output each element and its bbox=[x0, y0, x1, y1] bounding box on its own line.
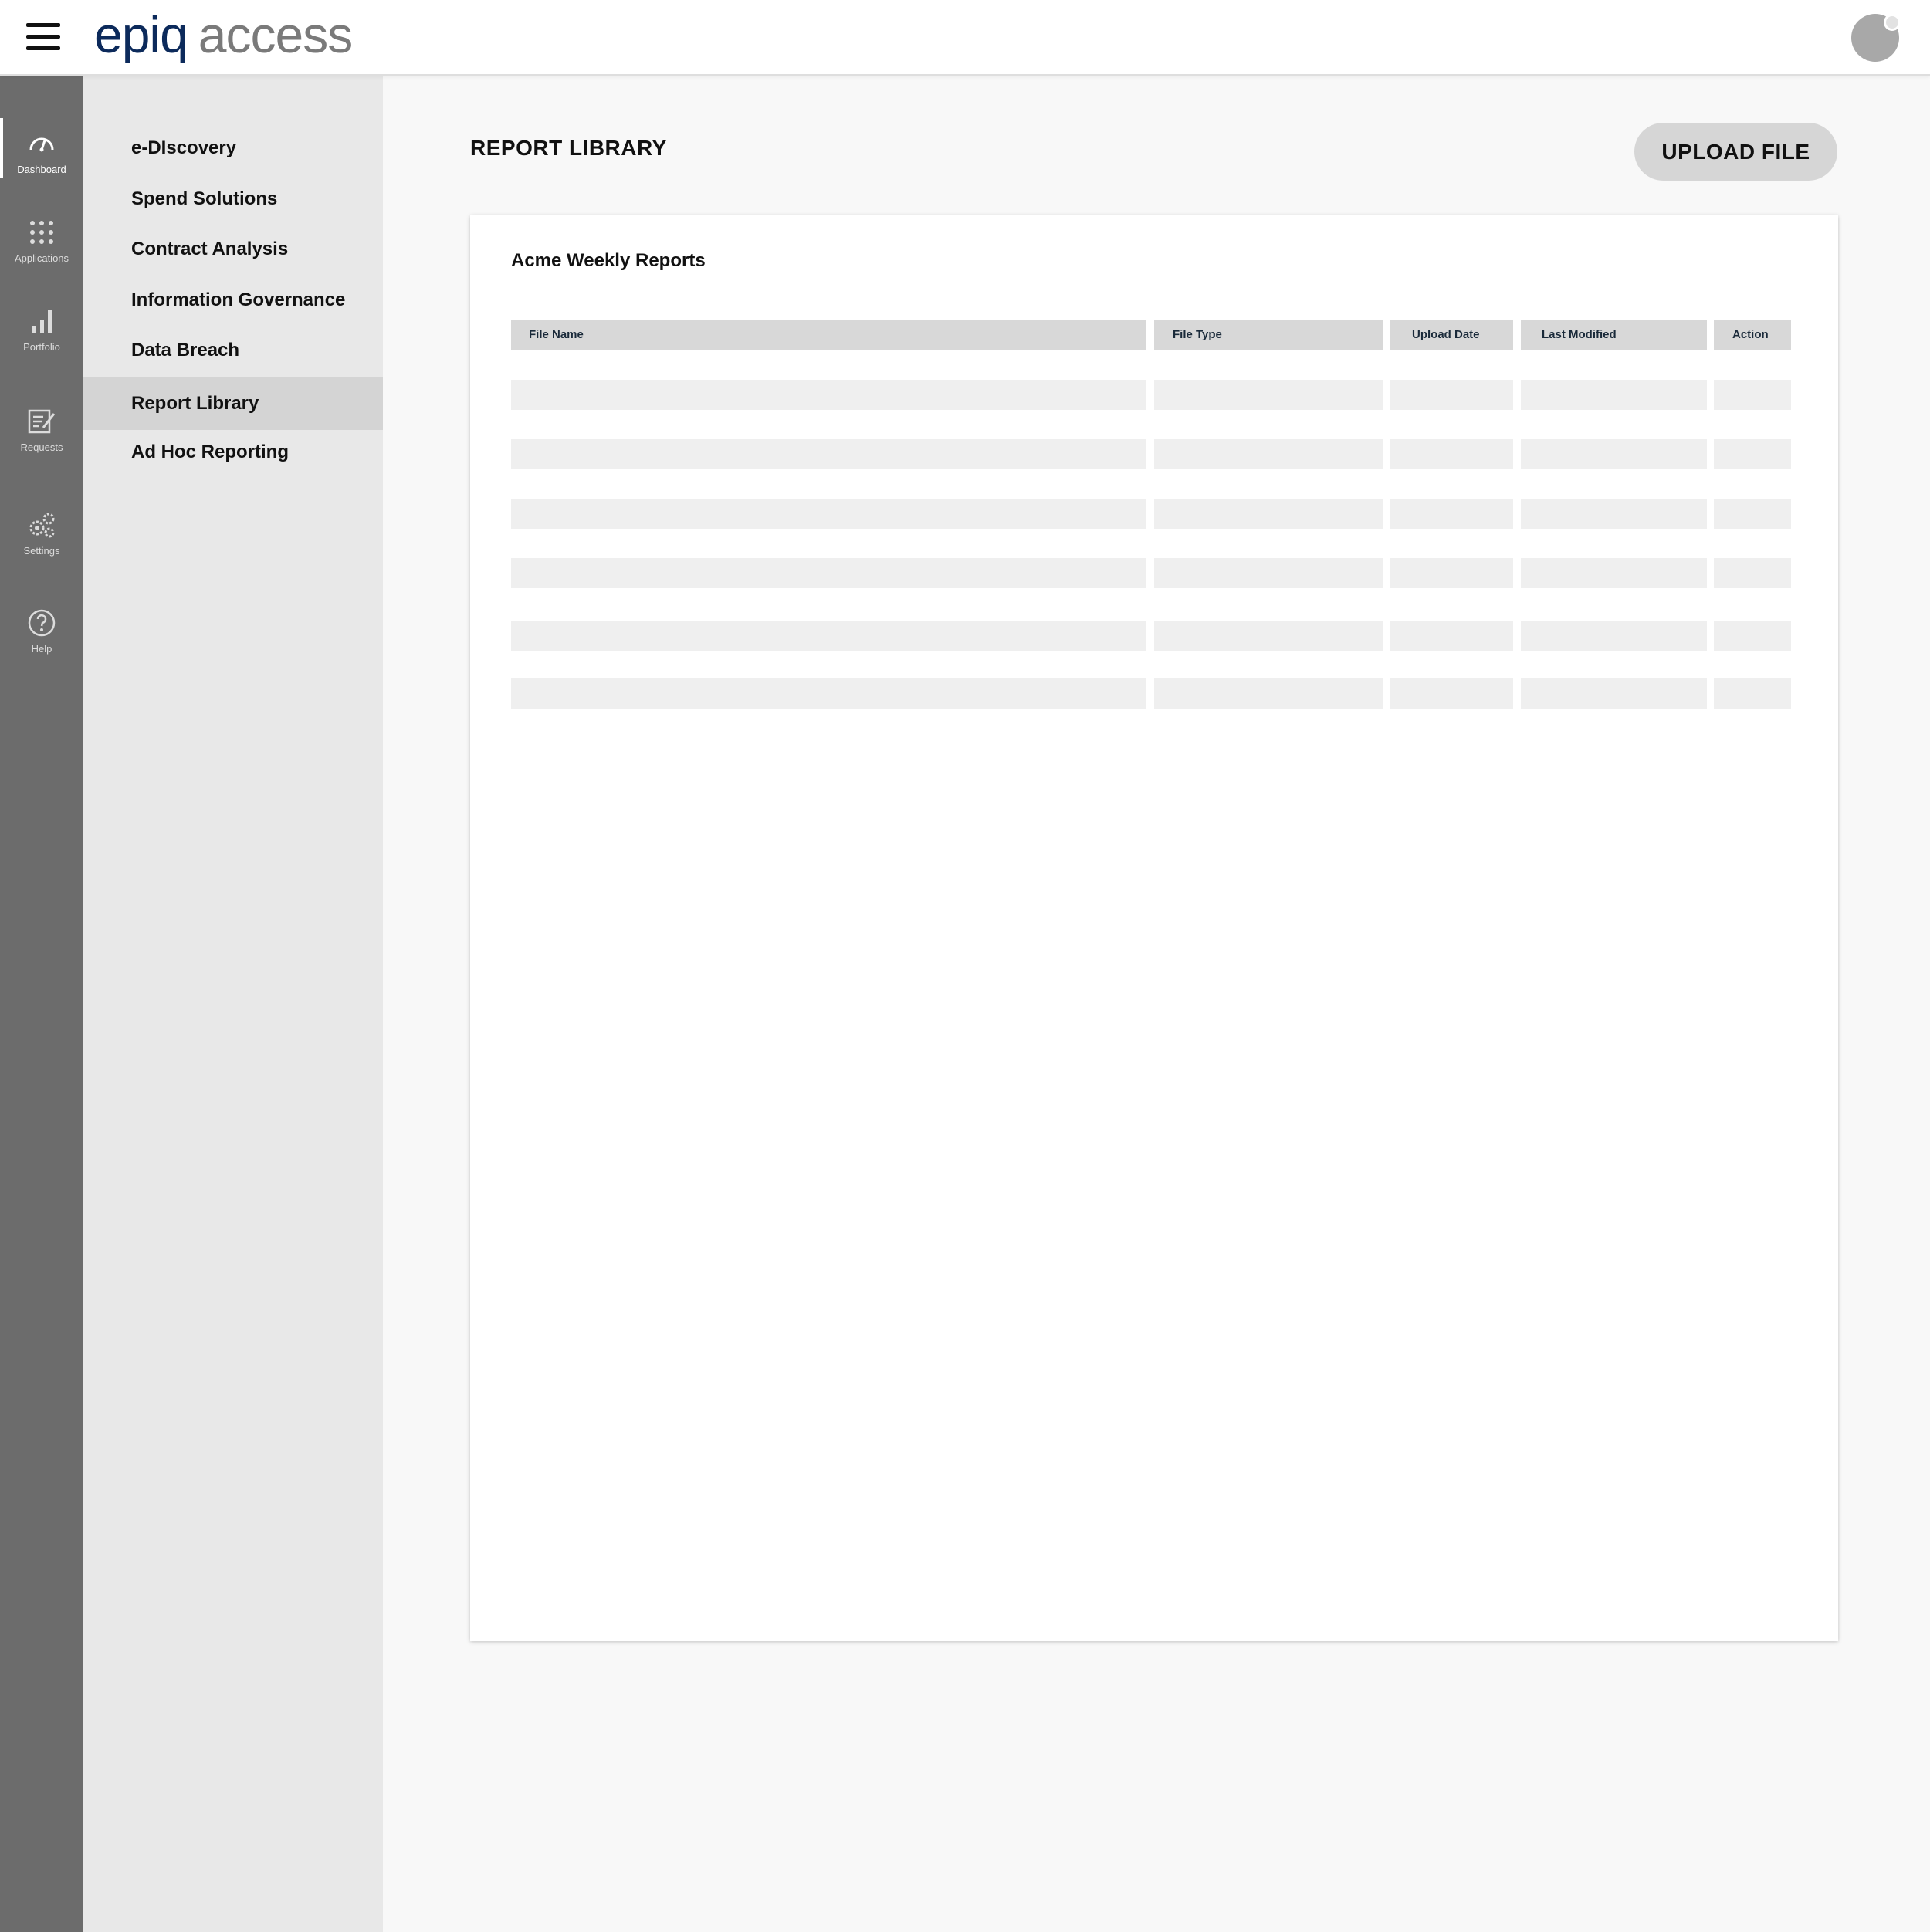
column-header-file-type[interactable]: File Type bbox=[1154, 320, 1383, 350]
logo-text-epi: epi bbox=[94, 6, 161, 63]
table-cell bbox=[1154, 558, 1383, 588]
logo-text-access: access bbox=[198, 6, 353, 63]
subnav-item-contract-analysis[interactable]: Contract Analysis bbox=[83, 223, 383, 276]
subnav-item-data-breach[interactable]: Data Breach bbox=[83, 324, 383, 377]
table-cell bbox=[1390, 558, 1513, 588]
table-cell bbox=[1390, 380, 1513, 410]
hamburger-menu-icon[interactable] bbox=[26, 23, 60, 51]
table-cell bbox=[1714, 439, 1791, 469]
section-nav: e-DIscovery Spend Solutions Contract Ana… bbox=[83, 76, 383, 1932]
rail-item-dashboard[interactable]: Dashboard bbox=[0, 128, 83, 191]
top-bar: epi q access bbox=[0, 0, 1930, 76]
rail-label: Dashboard bbox=[17, 164, 66, 175]
rail-label: Settings bbox=[23, 545, 60, 557]
subnav-item-report-library[interactable]: Report Library bbox=[83, 377, 383, 430]
rail-label: Applications bbox=[14, 252, 69, 264]
rail-label: Requests bbox=[20, 442, 63, 453]
subnav-item-information-governance[interactable]: Information Governance bbox=[83, 274, 383, 327]
table-cell bbox=[1154, 621, 1383, 651]
upload-file-button[interactable]: UPLOAD FILE bbox=[1634, 123, 1837, 181]
table-cell bbox=[1521, 678, 1707, 709]
help-icon bbox=[28, 609, 56, 637]
notification-dot bbox=[1884, 14, 1901, 31]
table-cell bbox=[1714, 499, 1791, 529]
rail-label: Portfolio bbox=[23, 341, 60, 353]
table-cell bbox=[1714, 678, 1791, 709]
table-cell bbox=[1390, 439, 1513, 469]
column-header-action[interactable]: Action bbox=[1714, 320, 1791, 350]
table-cell bbox=[1154, 499, 1383, 529]
table-cell bbox=[511, 380, 1146, 410]
table-cell bbox=[1390, 678, 1513, 709]
document-edit-icon bbox=[28, 409, 56, 434]
table-cell bbox=[1521, 558, 1707, 588]
table-cell bbox=[1154, 439, 1383, 469]
table-cell bbox=[1521, 499, 1707, 529]
table-cell bbox=[511, 499, 1146, 529]
table-cell bbox=[1521, 621, 1707, 651]
column-header-upload-date[interactable]: Upload Date bbox=[1390, 320, 1513, 350]
table-cell bbox=[1714, 621, 1791, 651]
report-card: Acme Weekly Reports File Name File Type … bbox=[470, 215, 1838, 1641]
table-cell bbox=[511, 558, 1146, 588]
table-cell bbox=[1714, 380, 1791, 410]
column-header-file-name[interactable]: File Name bbox=[511, 320, 1146, 350]
logo-text-q: q bbox=[160, 6, 188, 63]
subnav-item-ad-hoc-reporting[interactable]: Ad Hoc Reporting bbox=[83, 426, 383, 479]
rail-label: Help bbox=[31, 643, 52, 655]
card-title: Acme Weekly Reports bbox=[511, 250, 706, 271]
table-cell bbox=[1390, 621, 1513, 651]
grid-icon bbox=[30, 221, 53, 244]
table-cell bbox=[511, 621, 1146, 651]
rail-item-settings[interactable]: Settings bbox=[0, 509, 83, 573]
gears-icon bbox=[29, 513, 55, 538]
rail-item-portfolio[interactable]: Portfolio bbox=[0, 306, 83, 369]
rail-item-applications[interactable]: Applications bbox=[0, 217, 83, 280]
subnav-item-spend-solutions[interactable]: Spend Solutions bbox=[83, 173, 383, 225]
rail-item-requests[interactable]: Requests bbox=[0, 406, 83, 469]
icon-rail: Dashboard Applications Portfolio Request… bbox=[0, 76, 83, 1932]
table-cell bbox=[1154, 678, 1383, 709]
table-cell bbox=[1390, 499, 1513, 529]
subnav-item-ediscovery[interactable]: e-DIscovery bbox=[83, 122, 383, 174]
table-cell bbox=[511, 678, 1146, 709]
table-cell bbox=[1521, 439, 1707, 469]
rail-item-help[interactable]: Help bbox=[0, 607, 83, 671]
table-cell bbox=[1154, 380, 1383, 410]
gauge-icon bbox=[29, 137, 54, 152]
table-cell bbox=[1714, 558, 1791, 588]
bar-chart-icon bbox=[32, 310, 52, 333]
column-header-last-modified[interactable]: Last Modified bbox=[1521, 320, 1707, 350]
logo[interactable]: epi q access bbox=[94, 6, 353, 63]
table-cell bbox=[1521, 380, 1707, 410]
page-title: REPORT LIBRARY bbox=[470, 136, 667, 160]
table-cell bbox=[511, 439, 1146, 469]
